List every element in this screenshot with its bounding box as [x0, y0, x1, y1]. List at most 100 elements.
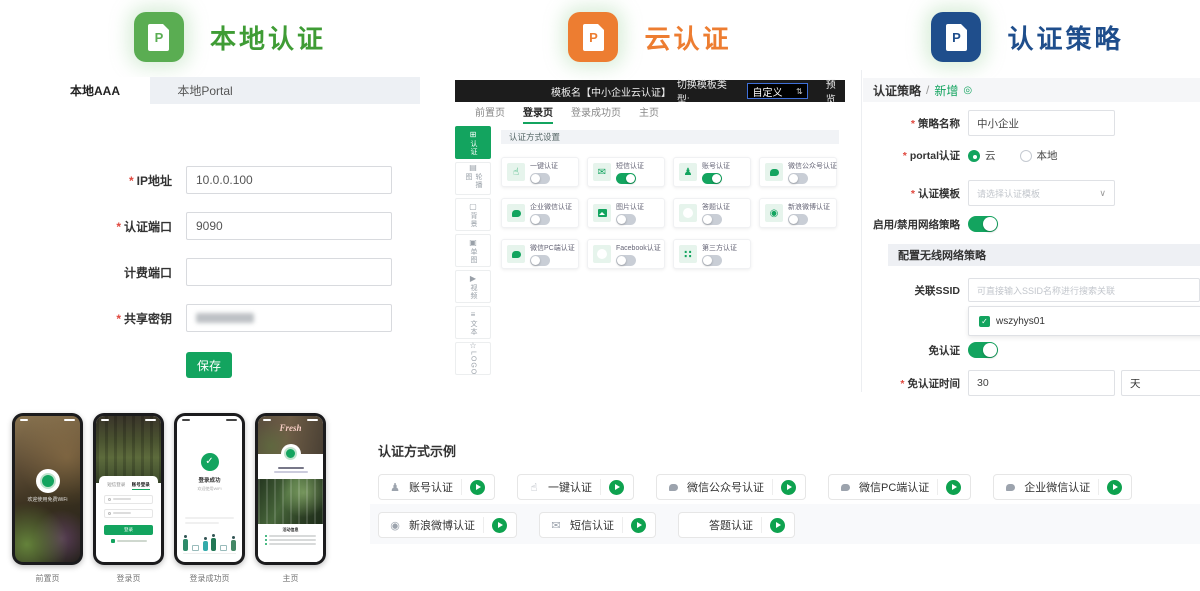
local-auth-tab[interactable]: 本地AAA — [40, 77, 150, 104]
text-input[interactable]: 10.0.0.100 — [186, 166, 392, 194]
login-button[interactable]: 登录 — [104, 525, 153, 535]
sidebar-item[interactable]: ▤ 轮播图 — [455, 162, 491, 195]
auth-example-button[interactable]: 微信公众号认证 — [656, 474, 806, 500]
auth-example-button[interactable]: 新浪微博认证 — [378, 512, 517, 538]
ssid-search-input[interactable]: 可直接输入SSID名称进行搜索关联 — [968, 278, 1200, 302]
auth-methods-section-title: 认证方式设置 — [501, 130, 839, 144]
text-input[interactable]: 9090 — [186, 212, 392, 240]
text-input[interactable] — [186, 258, 392, 286]
chevron-down-icon: ∨ — [1099, 188, 1106, 199]
page-tab[interactable]: 前置页 — [475, 104, 505, 124]
auth-method-card: 第三方认证 — [673, 239, 751, 269]
auth-example-label: 账号认证 — [409, 479, 453, 495]
checkbox-checked-icon[interactable]: ✓ — [979, 316, 990, 327]
network-policy-toggle[interactable] — [968, 216, 998, 232]
auth-method-toggle[interactable] — [616, 214, 636, 225]
sidebar-item[interactable]: ☆ LOGO — [455, 342, 491, 375]
play-icon[interactable] — [1107, 480, 1122, 495]
checkbox-icon[interactable] — [111, 539, 115, 543]
agreement-row — [104, 539, 153, 543]
play-icon[interactable] — [631, 518, 646, 533]
policy-name-row: 策略名称 中小企业 — [855, 110, 1200, 136]
breadcrumb-root[interactable]: 认证策略 — [873, 82, 921, 99]
login-card: 短信登录账号登录 登录 — [99, 476, 158, 559]
local-auth-panel: P 本地认证 本地AAA本地Portal *IP地址 10.0.0.100 *认… — [40, 0, 420, 402]
form-row: *IP地址 10.0.0.100 — [40, 166, 392, 194]
save-button[interactable]: 保存 — [186, 352, 232, 378]
ssid-row: 关联SSID 可直接输入SSID名称进行搜索关联 — [855, 278, 1200, 302]
auth-method-toggle[interactable] — [530, 173, 550, 184]
auth-template-row: 认证模板 请选择认证模板 ∨ — [855, 180, 1200, 206]
sidebar-item[interactable]: ▣ 单图 — [455, 234, 491, 267]
auth-example-button[interactable]: 答题认证 — [678, 512, 795, 538]
auth-example-button[interactable]: 短信认证 — [539, 512, 656, 538]
auth-method-icon — [507, 204, 525, 222]
play-icon[interactable] — [770, 518, 785, 533]
page-tab[interactable]: 主页 — [639, 104, 659, 124]
auth-method-toggle[interactable] — [616, 173, 636, 184]
sidebar-item[interactable]: ≡ 文本 — [455, 306, 491, 339]
auth-method-toggle[interactable] — [530, 214, 550, 225]
auth-template-label: 认证模板 — [855, 186, 960, 201]
sidebar-item-icon: ☆ — [469, 341, 476, 350]
play-icon[interactable] — [492, 518, 507, 533]
ssid-option[interactable]: wszyhys01 — [996, 316, 1045, 327]
auth-example-button[interactable]: 账号认证 — [378, 474, 495, 500]
shoppers-illustration — [183, 532, 236, 554]
auth-method-toggle[interactable] — [788, 173, 808, 184]
play-icon[interactable] — [470, 480, 485, 495]
auth-method-toggle[interactable] — [702, 173, 722, 184]
portal-radio-option[interactable]: 云 — [968, 148, 996, 163]
auth-method-icon — [765, 163, 783, 181]
free-auth-time-input[interactable]: 30 — [968, 370, 1115, 396]
account-input[interactable] — [104, 495, 153, 504]
play-icon[interactable] — [946, 480, 961, 495]
ssid-label: 关联SSID — [855, 283, 960, 298]
phone-captions: 前置页登录页登录成功页主页 — [12, 573, 326, 584]
auth-example-icon — [527, 480, 541, 494]
password-input[interactable] — [104, 509, 153, 518]
tab-label: 本地AAA — [70, 82, 120, 99]
sidebar-item-label: 视频 — [468, 284, 478, 300]
auth-template-select[interactable]: 请选择认证模板 ∨ — [968, 180, 1115, 206]
auth-example-button[interactable]: 一键认证 — [517, 474, 634, 500]
sidebar-item[interactable]: ▢ 背景 — [455, 198, 491, 231]
page-fold-icon — [598, 24, 604, 30]
template-type-select[interactable]: 自定义 — [747, 83, 807, 99]
auth-method-toggle[interactable] — [616, 255, 636, 266]
sidebar-item[interactable]: ▶ 视频 — [455, 270, 491, 303]
portal-auth-row: portal认证 云 本地 — [855, 148, 1200, 163]
page-tab[interactable]: 登录成功页 — [571, 104, 621, 124]
login-tab[interactable]: 短信登录 — [107, 482, 125, 490]
sidebar-item[interactable]: ⊞ 认证 — [455, 126, 491, 159]
breadcrumb-current: 新增 — [934, 82, 958, 99]
breadcrumb-separator: / — [926, 83, 929, 97]
auth-method-toggle[interactable] — [702, 255, 722, 266]
auth-example-button[interactable]: 微信PC端认证 — [828, 474, 971, 500]
auth-example-button[interactable]: 企业微信认证 — [993, 474, 1132, 500]
auth-method-card: 企业微信认证 — [501, 198, 579, 228]
status-bar — [20, 418, 75, 422]
play-icon[interactable] — [609, 480, 624, 495]
sidebar-item-label: 单图 — [468, 248, 478, 264]
auth-method-label: 企业微信认证 — [530, 202, 572, 212]
auth-method-toggle[interactable] — [530, 255, 550, 266]
select-stepper-icon — [796, 86, 803, 97]
ssid-dropdown: ✓ wszyhys01 — [968, 306, 1200, 336]
auth-example-label: 微信公众号认证 — [687, 479, 764, 495]
auth-method-label: Facebook认证 — [616, 243, 661, 253]
radio-icon — [968, 150, 980, 162]
auth-example-icon — [549, 518, 563, 532]
policy-name-input[interactable]: 中小企业 — [968, 110, 1115, 136]
auth-method-icon — [679, 204, 697, 222]
text-input[interactable] — [186, 304, 392, 332]
login-tab[interactable]: 账号登录 — [132, 482, 150, 490]
examples-row: 账号认证 一键认证 微信公众号认证 微信PC端认证 — [378, 474, 1198, 538]
auth-method-toggle[interactable] — [702, 214, 722, 225]
play-icon[interactable] — [781, 480, 796, 495]
page-tab[interactable]: 登录页 — [523, 104, 553, 124]
auth-method-toggle[interactable] — [788, 214, 808, 225]
free-auth-toggle[interactable] — [968, 342, 998, 358]
portal-radio-option[interactable]: 本地 — [1020, 148, 1058, 163]
local-auth-tab[interactable]: 本地Portal — [150, 77, 260, 104]
